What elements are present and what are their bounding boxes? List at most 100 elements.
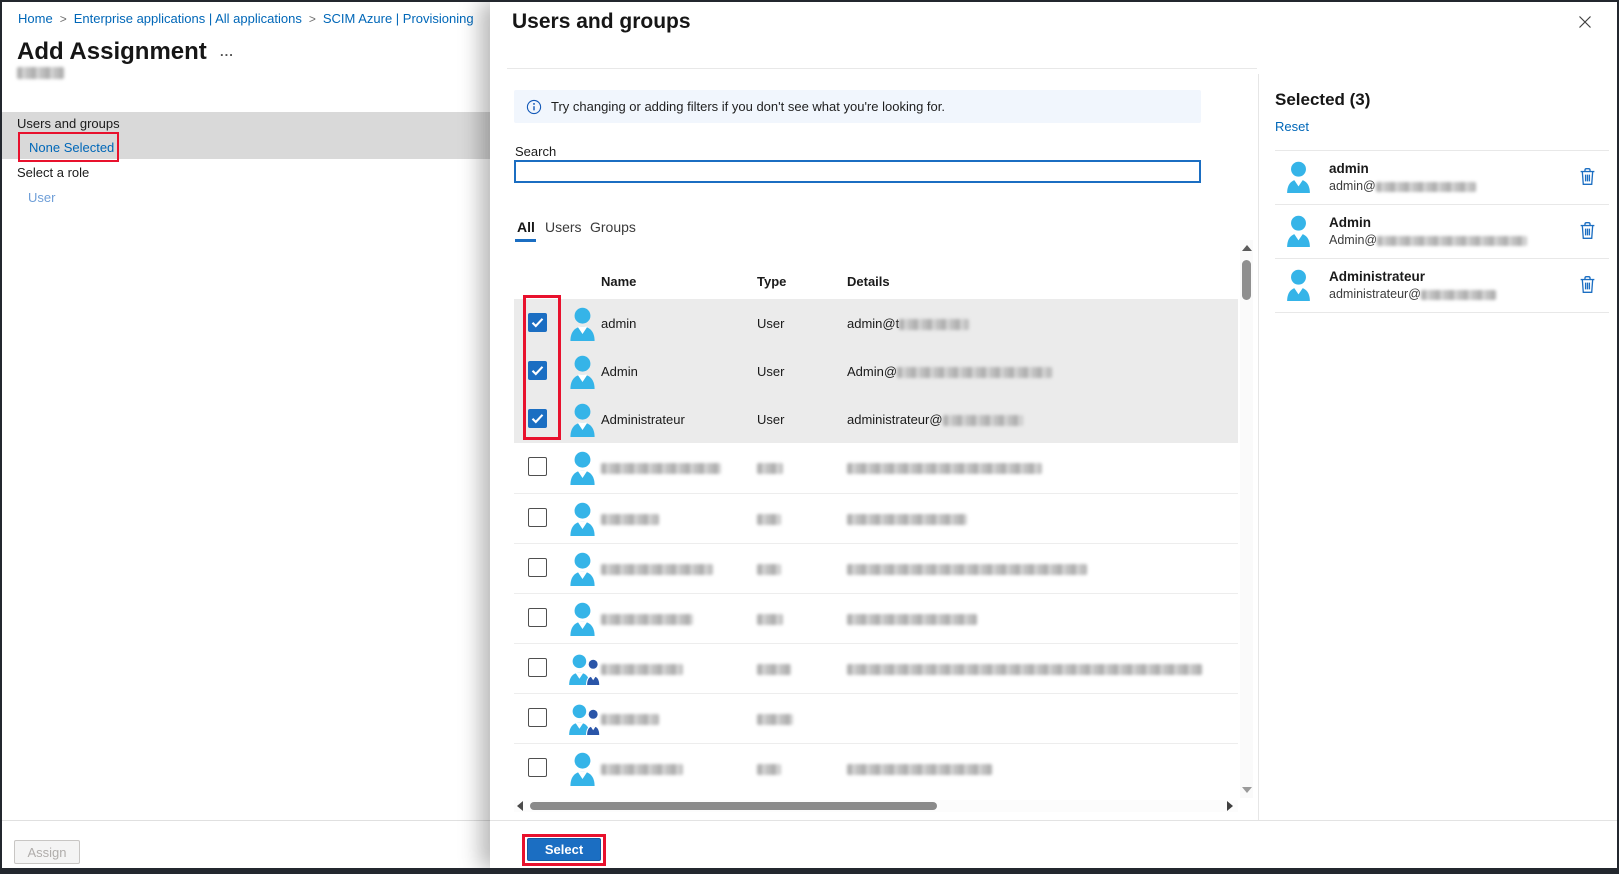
scroll-right-arrow[interactable]	[1227, 801, 1233, 811]
user-row[interactable]	[514, 443, 1238, 493]
user-icon-cell	[1284, 161, 1313, 198]
scroll-down-arrow[interactable]	[1242, 787, 1252, 793]
remove-selected-button[interactable]	[1579, 167, 1596, 189]
vertical-scrollbar-thumb[interactable]	[1242, 260, 1251, 300]
user-row[interactable]	[514, 593, 1238, 643]
tab-all[interactable]: All	[517, 219, 535, 235]
close-button[interactable]	[1575, 13, 1595, 33]
more-menu-button[interactable]: ...	[220, 44, 234, 59]
row-checkbox[interactable]	[528, 409, 547, 428]
breadcrumb-home[interactable]: Home	[18, 11, 53, 26]
redacted-text	[601, 664, 683, 675]
checkmark-icon	[531, 365, 544, 376]
column-header-details: Details	[847, 274, 890, 289]
selected-item: AdminAdmin@	[1275, 205, 1609, 259]
assign-button[interactable]: Assign	[14, 840, 80, 864]
row-name	[601, 460, 721, 475]
row-checkbox[interactable]	[528, 558, 547, 577]
user-row[interactable]	[514, 743, 1238, 793]
users-and-groups-panel: Users and groups Try changing or adding …	[490, 2, 1617, 868]
tab-users[interactable]: Users	[545, 219, 582, 235]
redacted-text	[757, 714, 793, 725]
redacted-text	[601, 514, 659, 525]
redacted-text	[943, 415, 1023, 426]
group-icon-cell	[567, 702, 601, 740]
remove-selected-button[interactable]	[1579, 275, 1596, 297]
search-input[interactable]	[514, 160, 1201, 183]
breadcrumb-enterprise-applications[interactable]: Enterprise applications | All applicatio…	[74, 11, 302, 26]
users-and-groups-section: Users and groups None Selected	[2, 112, 492, 159]
row-name	[601, 511, 659, 526]
user-icon	[567, 355, 598, 389]
user-row[interactable]: AdministrateurUseradministrateur@	[514, 395, 1238, 443]
column-header-name: Name	[601, 274, 636, 289]
selected-item: Administrateuradministrateur@	[1275, 259, 1609, 313]
scroll-up-arrow[interactable]	[1242, 245, 1252, 251]
redacted-text	[847, 614, 977, 625]
select-button[interactable]: Select	[527, 838, 601, 861]
row-name	[601, 561, 713, 576]
info-icon	[526, 99, 542, 115]
scroll-left-arrow[interactable]	[517, 801, 523, 811]
tab-groups[interactable]: Groups	[590, 219, 636, 235]
annotation-box-none-selected: None Selected	[18, 132, 119, 162]
row-details	[847, 460, 1042, 475]
row-type	[757, 761, 781, 776]
users-and-groups-label: Users and groups	[17, 116, 120, 131]
user-icon	[567, 451, 598, 485]
row-checkbox[interactable]	[528, 608, 547, 627]
row-checkbox[interactable]	[528, 361, 547, 380]
reset-link[interactable]: Reset	[1275, 119, 1309, 134]
redacted-text	[757, 463, 783, 474]
row-checkbox[interactable]	[528, 658, 547, 677]
row-details: Admin@	[847, 364, 1052, 379]
breadcrumb-separator: >	[60, 12, 67, 26]
row-checkbox[interactable]	[528, 508, 547, 527]
user-icon-cell	[1284, 269, 1313, 306]
redacted-subtitle	[17, 67, 64, 79]
redacted-text	[601, 463, 721, 474]
user-icon-cell	[567, 355, 598, 394]
user-row[interactable]	[514, 693, 1238, 743]
row-type	[757, 661, 791, 676]
trash-icon	[1579, 167, 1596, 186]
remove-selected-button[interactable]	[1579, 221, 1596, 243]
redacted-text	[1376, 182, 1476, 192]
user-row[interactable]	[514, 493, 1238, 543]
user-row[interactable]	[514, 543, 1238, 593]
user-row[interactable]	[514, 643, 1238, 693]
user-icon-cell	[1284, 215, 1313, 252]
trash-icon	[1579, 275, 1596, 294]
redacted-text	[757, 614, 783, 625]
checkmark-icon	[531, 413, 544, 424]
user-icon-cell	[567, 403, 598, 442]
row-details: admin@t	[847, 316, 969, 331]
row-details	[847, 561, 1087, 576]
redacted-text	[899, 319, 969, 330]
breadcrumb-scim-azure-provisioning[interactable]: SCIM Azure | Provisioning	[323, 11, 474, 26]
row-checkbox[interactable]	[528, 708, 547, 727]
redacted-text	[601, 564, 713, 575]
row-checkbox[interactable]	[528, 313, 547, 332]
row-details	[847, 611, 977, 626]
redacted-text	[757, 764, 781, 775]
redacted-text	[601, 714, 659, 725]
row-checkbox[interactable]	[528, 758, 547, 777]
row-checkbox[interactable]	[528, 457, 547, 476]
selected-item-name: Administrateur	[1329, 269, 1425, 284]
role-user-link[interactable]: User	[28, 190, 55, 205]
user-row[interactable]: AdminUserAdmin@	[514, 347, 1238, 395]
redacted-text	[847, 764, 992, 775]
horizontal-scrollbar[interactable]	[514, 800, 1238, 812]
horizontal-scrollbar-thumb[interactable]	[530, 802, 937, 810]
row-details	[847, 661, 1202, 676]
info-banner-text: Try changing or adding filters if you do…	[551, 99, 945, 114]
header-divider	[507, 68, 1257, 69]
trash-icon	[1579, 221, 1596, 240]
group-icon	[567, 702, 601, 735]
user-row[interactable]: adminUseradmin@t	[514, 299, 1238, 347]
vertical-scrollbar[interactable]	[1240, 240, 1253, 798]
none-selected-link[interactable]: None Selected	[29, 140, 114, 155]
user-icon-cell	[567, 307, 598, 346]
row-type	[757, 460, 783, 475]
